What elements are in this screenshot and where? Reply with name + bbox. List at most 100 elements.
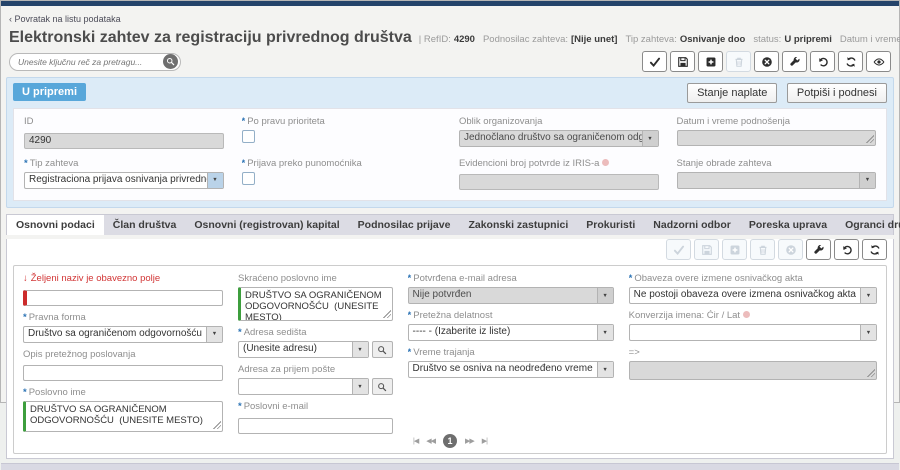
search-box [9,53,181,71]
osnovni-podaci-form: ↓Željeni naziv je obavezno polje *Pravna… [13,265,887,454]
page-title: Elektronski zahtev za registraciju privr… [9,29,412,47]
form-tools-button[interactable] [806,239,831,260]
tab-osnovni-kapital[interactable]: Osnovni (registrovan) kapital [185,215,348,235]
search-input[interactable] [18,57,163,67]
poslovni-email-field[interactable] [238,418,393,434]
tools-button[interactable] [782,51,807,72]
undo-button[interactable] [810,51,835,72]
zeljeni-naziv-field[interactable] [23,290,223,306]
po-pravu-prioriteta-checkbox[interactable] [242,130,255,143]
tab-clan-drustva[interactable]: Član društva [104,215,186,235]
oblik-organizovanja-select: Jednočlano društvo sa ograničenom odgovo… [459,130,659,147]
validate-button[interactable] [642,51,667,72]
save-icon [677,56,689,68]
konverzija-label: Konverzija imena: Ćir / Lat [629,310,877,321]
previous-page-button[interactable]: ◀◀ [426,437,435,445]
first-page-button[interactable]: |◀ [413,437,418,445]
po-pravu-prioriteta-label: *Po pravu prioriteta [242,116,442,127]
record-toolbar [639,51,891,72]
required-asterisk: * [23,387,27,398]
form-undo-button[interactable] [834,239,859,260]
poslovno-ime-field[interactable]: DRUŠTVO SA OGRANIČENOM ODGOVORNOŠĆU (UNE… [23,401,223,432]
tab-content: ↓Željeni naziv je obavezno polje *Pravna… [6,239,894,459]
search-icon [377,382,387,392]
chevron-down-icon: ▼ [642,131,658,146]
potpisi-podnesi-button[interactable]: Potpiši i podnesi [787,83,887,103]
chevron-down-icon: ▼ [597,325,613,340]
required-asterisk: * [408,347,412,358]
status-panel-fields: ID *Po pravu prioriteta Oblik organizova… [13,108,887,201]
tab-poreska-uprava[interactable]: Poreska uprava [740,215,836,235]
search-icon [166,57,175,66]
tab-zakonski-zastupnici[interactable]: Zakonski zastupnici [459,215,577,235]
konverzija-select[interactable]: ▼ [629,324,877,341]
form-toolbar [13,239,887,260]
last-page-button[interactable]: ▶| [482,437,487,445]
current-page-indicator: 1 [443,434,457,448]
add-icon [729,244,741,256]
vreme-trajanja-select[interactable]: Društvo se osniva na neodređeno vreme ▼ [408,361,614,378]
stanje-obrade-select: ▼ [677,172,877,189]
check-icon [673,244,685,256]
oblik-organizovanja-label: Oblik organizovanja [459,116,659,127]
chevron-down-icon: ▼ [352,342,368,357]
adresa-posta-select[interactable]: ▼ [238,378,369,395]
chevron-down-icon: ▼ [860,288,876,303]
back-link[interactable]: ‹ Povratak na listu podataka [9,14,121,24]
skraceno-ime-label: Skraćeno poslovno ime [238,273,393,284]
save-icon [701,244,713,256]
tab-bar: Osnovni podaci Član društva Osnovni (reg… [6,214,894,235]
id-field [24,133,224,149]
tab-prokuristi[interactable]: Prokuristi [577,215,644,235]
required-asterisk: * [23,312,27,323]
form-save-button [694,239,719,260]
tab-ogranci-drustva[interactable]: Ogranci društva [836,215,900,235]
search-button[interactable] [163,54,178,69]
meta-status: status:U pripremi [753,34,832,45]
meta-refid: | RefID:4290 [419,34,475,45]
stanje-naplate-button[interactable]: Stanje naplate [687,83,777,103]
chevron-down-icon: ▼ [597,288,613,303]
tip-zahteva-select[interactable]: Registraciona prijava osnivanja privredn… [24,172,224,189]
check-icon [649,56,661,68]
evidencioni-broj-label: Evidencioni broj potvrde iz IRIS-a [459,158,659,169]
chevron-down-icon: ▼ [859,173,875,188]
cancel-icon [785,244,797,256]
refresh-icon [869,244,881,256]
next-page-button[interactable]: ▶▶ [465,437,474,445]
page-header: ‹ Povratak na listu podataka Elektronski… [1,6,899,76]
adresa-posta-label: Adresa za prijem pošte [238,364,393,375]
meta-podnosilac: Podnosilac zahteva:[Nije unet] [483,34,617,45]
add-button[interactable] [698,51,723,72]
add-icon [705,56,717,68]
potvrdjena-email-select: Nije potvrđen ▼ [408,287,614,304]
adresa-sedista-label: *Adresa sedišta [238,327,393,338]
tab-osnovni-podaci[interactable]: Osnovni podaci [7,215,104,235]
form-refresh-button[interactable] [862,239,887,260]
adresa-sedista-lookup-button[interactable] [372,341,393,358]
status-panel: U pripremi Stanje naplate Potpiši i podn… [6,77,894,208]
obaveza-overe-select[interactable]: Ne postoji obaveza overe izmena osnivačk… [629,287,877,304]
opis-poslovanja-field[interactable] [23,365,223,381]
search-icon [377,345,387,355]
pravna-forma-label: *Pravna forma [23,312,223,323]
pravna-forma-select[interactable]: Društvo sa ograničenom odgovornošću ▼ [23,326,223,343]
delete-button [726,51,751,72]
prijava-punomocnik-checkbox[interactable] [242,172,255,185]
adresa-posta-lookup-button[interactable] [372,378,393,395]
refresh-icon [845,56,857,68]
pretezna-delatnost-select[interactable]: ---- - (Izaberite iz liste) ▼ [408,324,614,341]
save-button[interactable] [670,51,695,72]
horizontal-scrollbar[interactable] [1,463,899,470]
validation-error: ↓Željeni naziv je obavezno polje [23,273,223,284]
tip-zahteva-label: *Tip zahteva [24,158,224,169]
tab-nadzorni-odbor[interactable]: Nadzorni odbor [644,215,740,235]
skraceno-ime-field[interactable]: DRUŠTVO SA OGRANIČENOM ODGOVORNOŠĆU (UNE… [238,287,393,321]
adresa-sedista-select[interactable]: (Unesite adresu) ▼ [238,341,369,358]
status-badge: U pripremi [13,83,86,101]
tab-podnosilac-prijave[interactable]: Podnosilac prijave [349,215,460,235]
preview-button[interactable] [866,51,891,72]
refresh-button[interactable] [838,51,863,72]
chevron-down-icon: ▼ [597,362,613,377]
cancel-button[interactable] [754,51,779,72]
